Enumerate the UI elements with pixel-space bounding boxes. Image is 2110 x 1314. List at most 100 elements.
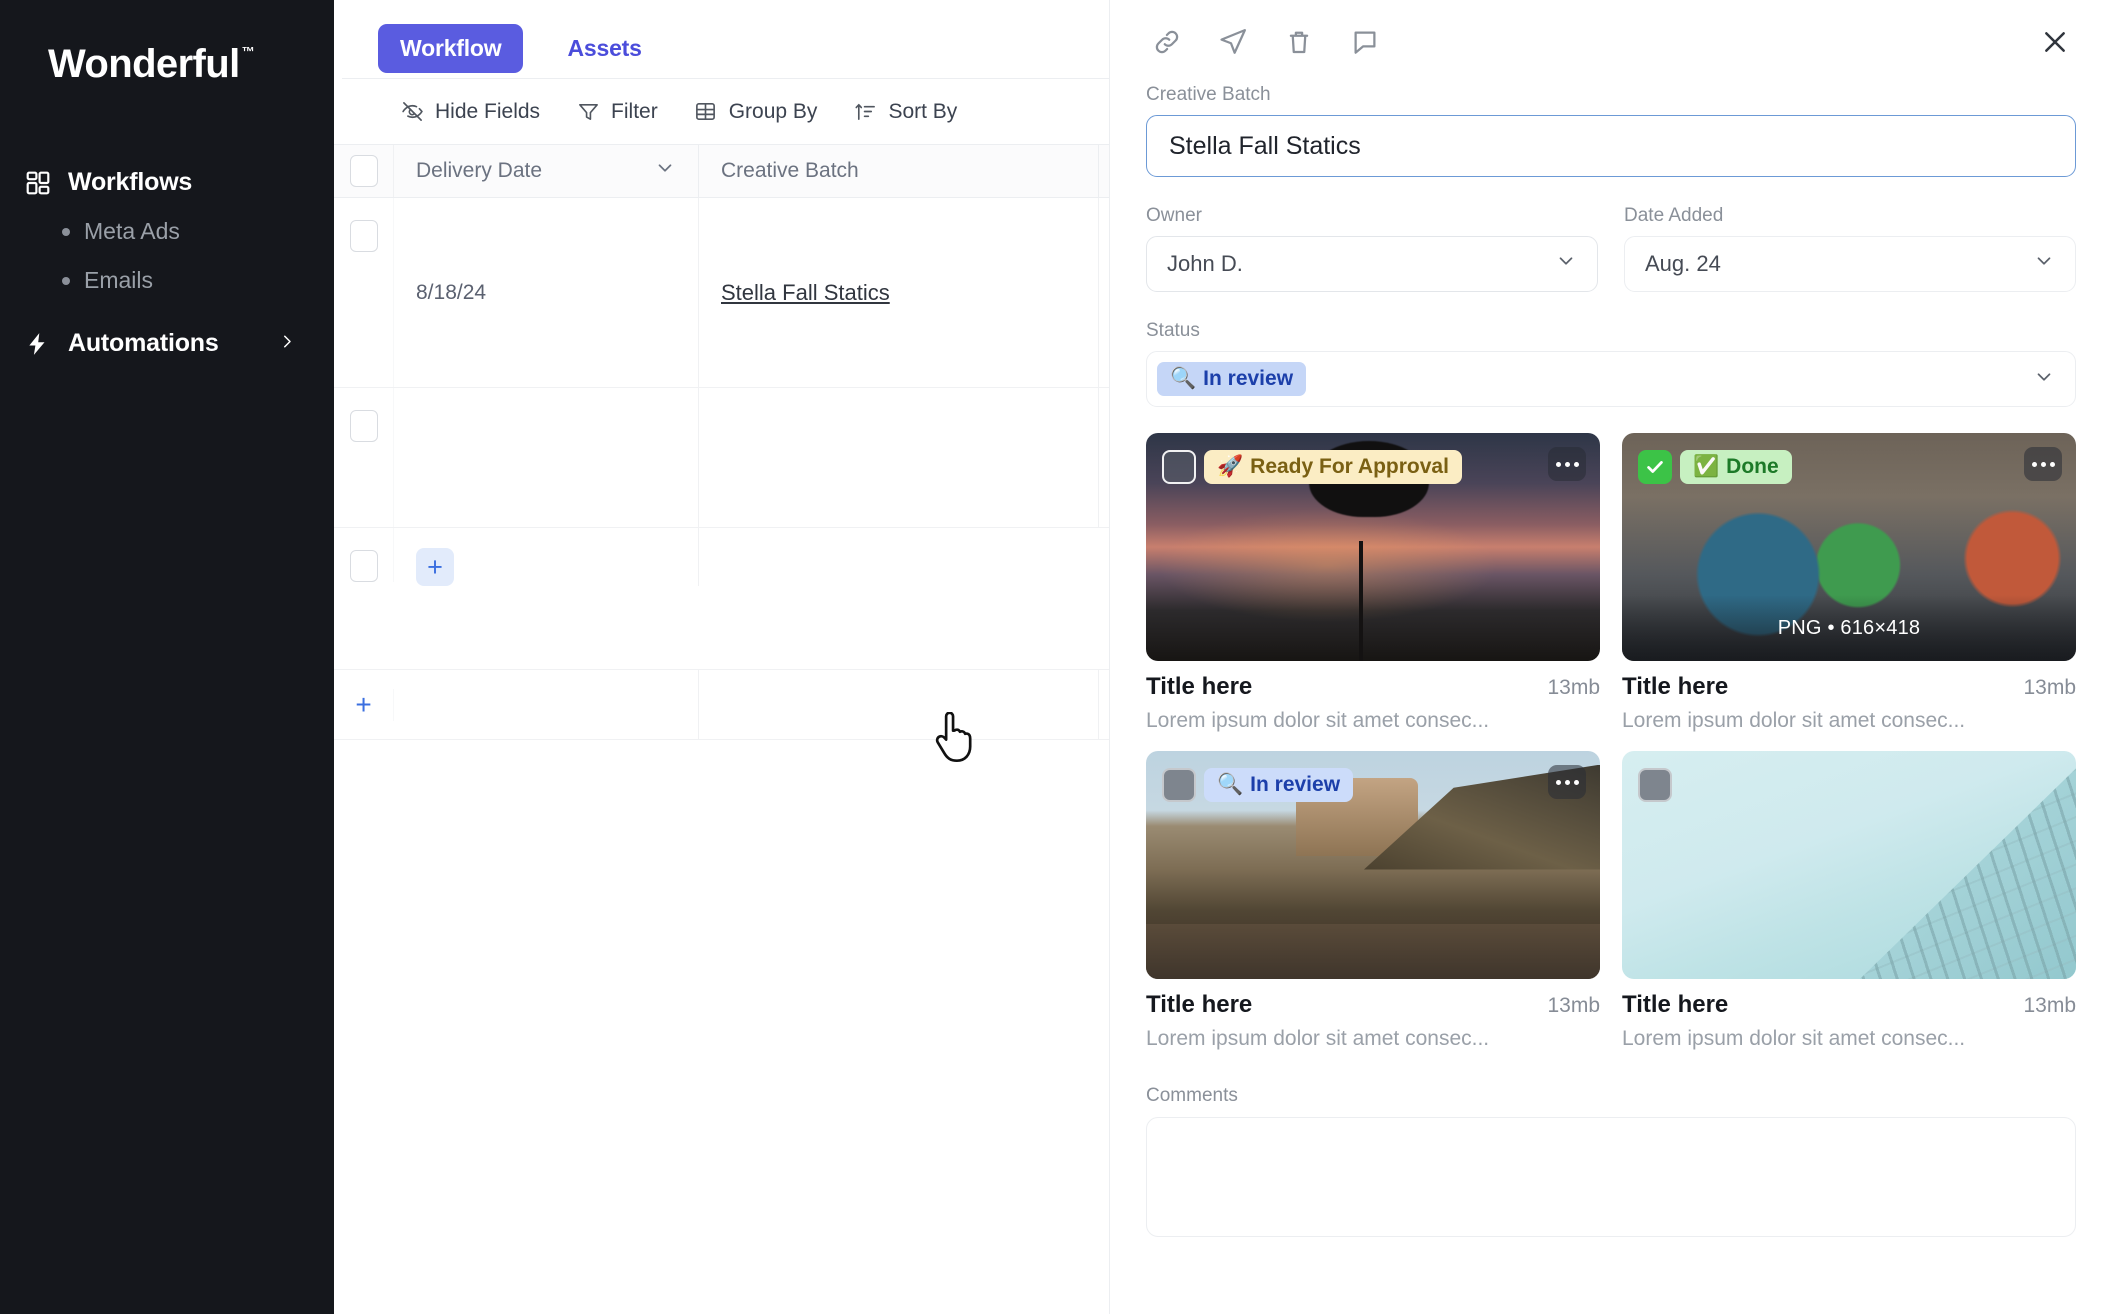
status-select[interactable]: 🔍 In review — [1146, 351, 2076, 407]
asset-title: Title here — [1622, 991, 1729, 1018]
bullet-dot-icon — [62, 227, 70, 236]
trash-icon[interactable] — [1278, 21, 1320, 63]
asset-title-row: Title here 13mb — [1146, 673, 1600, 701]
asset-more-options-button[interactable] — [1548, 447, 1586, 481]
cell-creative-batch[interactable]: Stella Fall Statics — [699, 198, 1099, 387]
asset-card[interactable]: 🔍 In review Title here 13mb Lorem ipsum … — [1146, 751, 1600, 1051]
group-by-label: Group By — [728, 99, 818, 123]
workflow-pane: Workflow Assets Hide Fields Filter Group… — [334, 0, 1110, 1314]
sidebar-nav: Workflows Meta Ads Emails Automations — [0, 158, 334, 368]
close-icon[interactable] — [2034, 21, 2076, 63]
add-row-button[interactable]: + — [334, 688, 394, 721]
asset-status-badge: ✅ Done — [1680, 450, 1792, 484]
link-icon[interactable] — [1146, 21, 1188, 63]
asset-title: Title here — [1622, 673, 1729, 700]
sidebar-item-label: Workflows — [68, 168, 193, 196]
check-box-icon: ✅ — [1693, 455, 1720, 478]
brand-trademark-icon: ™ — [241, 44, 255, 59]
date-added-field: Date Added Aug. 24 — [1624, 205, 2076, 292]
chevron-down-icon — [2033, 366, 2055, 393]
asset-title: Title here — [1146, 991, 1253, 1018]
row-checkbox[interactable] — [349, 220, 378, 252]
column-header-creative-batch[interactable]: Creative Batch — [699, 145, 1099, 197]
brand-name: Wonderful — [48, 42, 240, 86]
dot — [1564, 779, 1570, 785]
sort-by-button[interactable]: Sort By — [835, 92, 975, 132]
column-header-delivery-date[interactable]: Delivery Date — [394, 145, 699, 197]
comments-section: Comments — [1110, 1051, 2110, 1237]
table-row[interactable] — [334, 388, 1109, 528]
filter-button[interactable]: Filter — [558, 92, 676, 132]
add-row-bar[interactable]: + — [334, 670, 1109, 740]
app-root: Wonderful ™ Workflows Meta Ads Emails Au… — [0, 0, 2110, 1314]
asset-select-checkbox[interactable] — [1638, 450, 1672, 484]
date-added-label: Date Added — [1624, 205, 1724, 226]
chevron-down-icon[interactable] — [654, 157, 676, 185]
creative-batch-input[interactable]: Stella Fall Statics — [1146, 115, 2076, 177]
asset-meta-overlay: PNG • 616×418 — [1622, 595, 2076, 661]
sidebar-item-meta-ads[interactable]: Meta Ads — [0, 207, 334, 256]
asset-status-badge: 🚀 Ready For Approval — [1204, 450, 1462, 484]
pane-tabs: Workflow Assets — [334, 0, 1109, 78]
comments-input[interactable] — [1146, 1117, 2076, 1237]
table-row[interactable]: 8/18/24 Stella Fall Statics — [334, 198, 1109, 388]
bullet-dot-icon — [62, 276, 70, 285]
asset-card[interactable]: ✅ Done PNG • 616×418 Title here 13mb Lor… — [1622, 433, 2076, 733]
chevron-down-icon — [2033, 250, 2055, 278]
hide-fields-button[interactable]: Hide Fields — [382, 92, 558, 132]
dot — [2040, 461, 2046, 467]
hide-fields-label: Hide Fields — [435, 99, 541, 123]
asset-status-label: Done — [1726, 455, 1779, 478]
asset-title-row: Title here 13mb — [1146, 991, 1600, 1019]
asset-card[interactable]: 🚀 Ready For Approval Title here 13mb Lor… — [1146, 433, 1600, 733]
asset-thumbnail[interactable]: ✅ Done PNG • 616×418 — [1622, 433, 2076, 661]
asset-more-options-button[interactable] — [1548, 765, 1586, 799]
sidebar-subitem-label: Emails — [84, 267, 154, 293]
date-added-select[interactable]: Aug. 24 — [1624, 236, 2076, 292]
asset-title-row: Title here 13mb — [1622, 673, 2076, 701]
tab-assets[interactable]: Assets — [545, 24, 663, 73]
sidebar-item-automations[interactable]: Automations — [0, 319, 334, 368]
cell-delivery-date[interactable] — [394, 388, 699, 527]
tab-workflow[interactable]: Workflow — [378, 23, 524, 73]
cell-creative-batch[interactable] — [699, 388, 1099, 527]
creative-batch-label: Creative Batch — [1146, 84, 1271, 105]
row-checkbox[interactable] — [349, 550, 378, 582]
dot — [2031, 461, 2037, 467]
cell-delivery-date[interactable]: + — [394, 528, 699, 586]
select-all-checkbox[interactable] — [349, 155, 378, 187]
row-checkbox[interactable] — [349, 410, 378, 442]
dot — [1573, 461, 1579, 467]
asset-thumbnail[interactable]: 🚀 Ready For Approval — [1146, 433, 1600, 661]
asset-select-checkbox[interactable] — [1162, 450, 1196, 484]
add-cell-button[interactable]: + — [416, 548, 454, 586]
asset-select-checkbox[interactable] — [1638, 768, 1672, 802]
sidebar-item-emails[interactable]: Emails — [0, 256, 334, 305]
comment-icon[interactable] — [1344, 21, 1386, 63]
asset-thumbnail[interactable]: 🔍 In review — [1146, 751, 1600, 979]
asset-thumbnail[interactable] — [1622, 751, 2076, 979]
asset-card[interactable]: Title here 13mb Lorem ipsum dolor sit am… — [1622, 751, 2076, 1051]
sidebar: Wonderful ™ Workflows Meta Ads Emails Au… — [0, 0, 334, 1314]
asset-title: Title here — [1146, 673, 1253, 700]
owner-select[interactable]: John D. — [1146, 236, 1598, 292]
assets-grid: 🚀 Ready For Approval Title here 13mb Lor… — [1110, 407, 2110, 1051]
date-added-value: Aug. 24 — [1645, 251, 1721, 276]
group-by-button[interactable]: Group By — [676, 92, 836, 132]
status-value: In review — [1203, 367, 1294, 390]
owner-label: Owner — [1146, 205, 1202, 226]
image-detail — [1841, 751, 2076, 979]
asset-status-label: Ready For Approval — [1250, 455, 1449, 478]
asset-select-checkbox[interactable] — [1162, 768, 1196, 802]
sidebar-item-workflows[interactable]: Workflows — [0, 158, 334, 207]
brand-logo[interactable]: Wonderful ™ — [0, 0, 334, 110]
chevron-right-icon[interactable] — [278, 332, 296, 355]
table-toolbar: Hide Fields Filter Group By Sort By — [342, 78, 1109, 144]
comments-label: Comments — [1146, 1085, 1238, 1106]
creative-batch-link[interactable]: Stella Fall Statics — [721, 280, 890, 306]
asset-more-options-button[interactable] — [2024, 447, 2062, 481]
send-icon[interactable] — [1212, 21, 1254, 63]
table-row[interactable]: + — [334, 528, 1109, 670]
cell-delivery-date[interactable]: 8/18/24 — [394, 198, 699, 387]
filter-label: Filter — [611, 99, 658, 123]
